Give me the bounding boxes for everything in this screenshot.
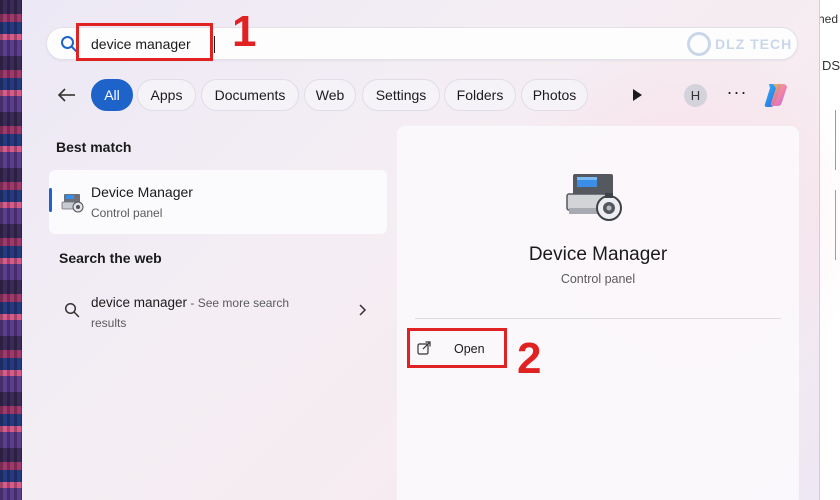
divider bbox=[415, 318, 781, 319]
back-button[interactable] bbox=[54, 82, 80, 108]
device-manager-icon bbox=[566, 174, 622, 221]
best-match-heading: Best match bbox=[56, 139, 132, 155]
watermark-text: DLZ TECH bbox=[715, 36, 793, 52]
background-window-text: hed bbox=[817, 12, 838, 26]
search-bar[interactable]: device manager DLZ TECH bbox=[46, 27, 798, 60]
search-icon bbox=[61, 36, 77, 52]
best-match-title: Device Manager bbox=[91, 184, 193, 200]
back-arrow-icon bbox=[58, 88, 75, 102]
start-search-panel: device manager DLZ TECH 1 All Apps Docum… bbox=[22, 0, 840, 500]
detail-title: Device Manager bbox=[528, 244, 668, 265]
annotation-step-1: 1 bbox=[232, 7, 257, 56]
chevron-right-icon[interactable] bbox=[356, 303, 368, 317]
copilot-icon[interactable] bbox=[761, 80, 791, 110]
annotation-step-2: 2 bbox=[517, 334, 542, 383]
watermark-logo: DLZ TECH bbox=[687, 31, 792, 57]
device-manager-icon bbox=[61, 194, 84, 213]
web-search-results-label: results bbox=[91, 316, 127, 330]
best-match-subtitle: Control panel bbox=[91, 206, 163, 220]
filter-chip-all[interactable]: All bbox=[91, 79, 133, 111]
avatar[interactable]: H bbox=[684, 84, 707, 107]
play-icon[interactable] bbox=[628, 86, 646, 104]
more-icon[interactable]: ··· bbox=[726, 83, 748, 105]
search-icon bbox=[64, 302, 80, 318]
search-the-web-heading: Search the web bbox=[59, 250, 162, 266]
detail-subtitle: Control panel bbox=[560, 272, 636, 286]
filter-chip-folders[interactable]: Folders bbox=[444, 79, 516, 111]
web-search-see-more: - See more search bbox=[187, 296, 290, 310]
selection-indicator bbox=[49, 188, 52, 212]
watermark-logo-mark bbox=[687, 32, 711, 56]
filter-chip-documents[interactable]: Documents bbox=[201, 79, 299, 111]
filter-chip-web[interactable]: Web bbox=[304, 79, 356, 111]
result-detail-panel: Device Manager Control panel Open bbox=[397, 126, 799, 500]
open-external-icon bbox=[417, 341, 431, 355]
web-search-query: device manager bbox=[91, 295, 188, 310]
text-caret bbox=[214, 36, 215, 53]
search-input[interactable]: device manager bbox=[91, 36, 191, 52]
web-search-text: device manager - See more search results bbox=[91, 293, 331, 333]
filter-chip-settings[interactable]: Settings bbox=[362, 79, 440, 111]
background-wallpaper-strip bbox=[0, 0, 22, 500]
filter-chip-apps[interactable]: Apps bbox=[137, 79, 196, 111]
open-button-label[interactable]: Open bbox=[454, 342, 485, 356]
best-match-result[interactable]: Device Manager Control panel bbox=[49, 170, 387, 234]
filter-chip-photos[interactable]: Photos bbox=[521, 79, 588, 111]
